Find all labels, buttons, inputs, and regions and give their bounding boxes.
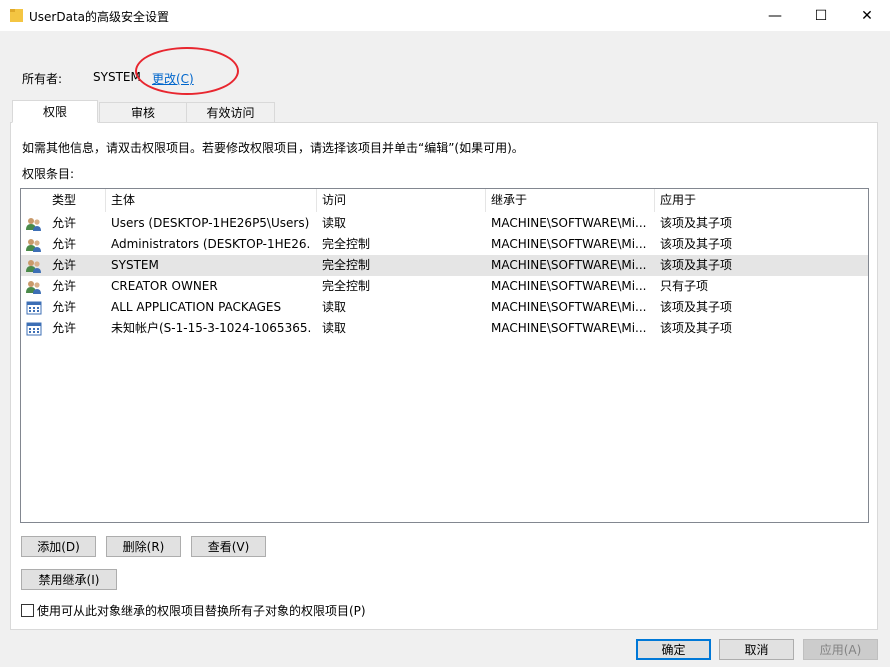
entry-type: 允许 (52, 216, 77, 230)
cancel-button[interactable]: 取消 (719, 639, 794, 660)
view-button[interactable]: 查看(V) (191, 536, 266, 557)
entry-inherited-from: MACHINE\SOFTWARE\Mi... (491, 258, 647, 272)
disable-inheritance-button[interactable]: 禁用继承(I) (21, 569, 117, 590)
app-package-icon (26, 301, 42, 315)
window-title: UserData的高级安全设置 (29, 10, 170, 24)
entry-applies-to: 该项及其子项 (660, 237, 733, 251)
column-header-inherited-from[interactable]: 继承于 (486, 189, 655, 212)
entry-access: 读取 (322, 321, 347, 335)
apply-button[interactable]: 应用(A) (803, 639, 878, 660)
table-row[interactable]: 允许 未知帐户(S-1-15-3-1024-1065365... 读取 MACH… (21, 318, 868, 339)
title-bar: UserData的高级安全设置 — ☐ ✕ (0, 0, 890, 31)
table-row[interactable]: 允许 SYSTEM 完全控制 MACHINE\SOFTWARE\Mi... 该项… (21, 255, 868, 276)
column-header-type[interactable]: 类型 (47, 189, 106, 212)
table-row[interactable]: 允许 CREATOR OWNER 完全控制 MACHINE\SOFTWARE\M… (21, 276, 868, 297)
entry-type: 允许 (52, 237, 77, 251)
table-row[interactable]: 允许 Administrators (DESKTOP-1HE26... 完全控制… (21, 234, 868, 255)
change-owner-link[interactable]: 更改(C) (152, 70, 194, 87)
users-group-icon (26, 239, 41, 252)
entry-inherited-from: MACHINE\SOFTWARE\Mi... (491, 321, 647, 335)
entry-applies-to: 该项及其子项 (660, 300, 733, 314)
entry-applies-to: 该项及其子项 (660, 321, 733, 335)
entry-principal: ALL APPLICATION PACKAGES (111, 300, 282, 314)
tab-auditing[interactable]: 审核 (99, 102, 187, 123)
app-package-icon (26, 322, 42, 336)
entry-access: 完全控制 (322, 237, 371, 251)
entry-applies-to: 该项及其子项 (660, 258, 733, 272)
folder-icon (10, 9, 23, 22)
table-row[interactable]: 允许 ALL APPLICATION PACKAGES 读取 MACHINE\S… (21, 297, 868, 318)
replace-child-permissions-checkbox[interactable] (21, 604, 34, 617)
list-header: 类型 主体 访问 继承于 应用于 (21, 189, 868, 212)
entry-principal: Administrators (DESKTOP-1HE26... (111, 237, 311, 251)
entry-principal: Users (DESKTOP-1HE26P5\Users) (111, 216, 310, 230)
minimize-button[interactable]: — (752, 0, 798, 31)
entry-access: 完全控制 (322, 279, 371, 293)
entry-access: 完全控制 (322, 258, 371, 272)
tab-permissions[interactable]: 权限 (12, 100, 98, 123)
entry-type: 允许 (52, 279, 77, 293)
add-button[interactable]: 添加(D) (21, 536, 96, 557)
entry-principal: 未知帐户(S-1-15-3-1024-1065365... (111, 321, 311, 335)
entry-principal: CREATOR OWNER (111, 279, 218, 293)
column-header-principal[interactable]: 主体 (106, 189, 317, 212)
users-group-icon (26, 260, 41, 273)
entry-inherited-from: MACHINE\SOFTWARE\Mi... (491, 216, 647, 230)
info-text: 如需其他信息，请双击权限项目。若要修改权限项目，请选择该项目并单击“编辑”(如果… (22, 141, 524, 155)
table-row[interactable]: 允许 Users (DESKTOP-1HE26P5\Users) 读取 MACH… (21, 213, 868, 234)
ok-button[interactable]: 确定 (636, 639, 711, 660)
permission-entries-label: 权限条目: (22, 167, 75, 181)
remove-button[interactable]: 删除(R) (106, 536, 181, 557)
column-header-applies-to[interactable]: 应用于 (655, 189, 868, 212)
entry-applies-to: 该项及其子项 (660, 216, 733, 230)
entry-type: 允许 (52, 321, 77, 335)
maximize-button[interactable]: ☐ (798, 0, 844, 31)
owner-value: SYSTEM (93, 70, 141, 84)
replace-child-permissions-label: 使用可从此对象继承的权限项目替换所有子对象的权限项目(P) (37, 604, 366, 618)
entry-applies-to: 只有子项 (660, 279, 709, 293)
entry-type: 允许 (52, 300, 77, 314)
entry-inherited-from: MACHINE\SOFTWARE\Mi... (491, 237, 647, 251)
entry-inherited-from: MACHINE\SOFTWARE\Mi... (491, 300, 647, 314)
permission-entries-list[interactable]: 类型 主体 访问 继承于 应用于 允许 Users (DESKTOP-1HE26… (20, 188, 869, 523)
entry-principal: SYSTEM (111, 258, 159, 272)
entry-access: 读取 (322, 300, 347, 314)
tab-effective-access[interactable]: 有效访问 (186, 102, 275, 123)
entry-access: 读取 (322, 216, 347, 230)
close-button[interactable]: ✕ (844, 0, 890, 31)
column-header-access[interactable]: 访问 (317, 189, 486, 212)
owner-label: 所有者: (22, 72, 63, 86)
users-group-icon (26, 281, 41, 294)
entry-type: 允许 (52, 258, 77, 272)
users-group-icon (26, 218, 41, 231)
entry-inherited-from: MACHINE\SOFTWARE\Mi... (491, 279, 647, 293)
